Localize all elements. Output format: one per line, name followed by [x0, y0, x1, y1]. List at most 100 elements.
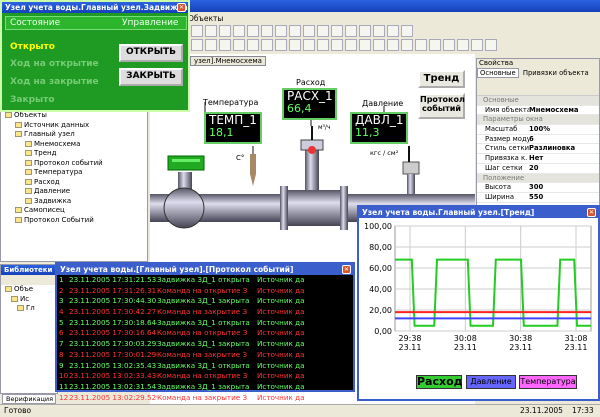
tree-item[interactable]: Тренд: [1, 149, 147, 159]
event-msg: Команда на закрытие З: [157, 392, 248, 402]
legend-pressure: Давление: [466, 375, 516, 389]
table-row[interactable]: 7 23.11.2005 17:30:03.292Задвижка ЗД_1 за…: [59, 339, 353, 350]
toolbar-button[interactable]: [373, 25, 385, 37]
toolbar-button[interactable]: [233, 25, 245, 37]
toolbar-button[interactable]: [443, 39, 455, 51]
tab-bindings[interactable]: Привязки объекта: [521, 69, 591, 77]
table-row[interactable]: 1 23.11.2005 17:31:21.533Задвижка ЗД_1 от…: [59, 275, 353, 286]
property-row[interactable]: Стиль сеткиРазлиновка: [477, 144, 599, 155]
event-log-title: Узел учета воды.[Главный узел].[Протокол…: [57, 264, 353, 275]
control-header: Управление: [122, 18, 179, 28]
sensor-temp[interactable]: ТЕМП_1 18,1: [204, 112, 262, 144]
tree-item[interactable]: Объекты: [1, 111, 147, 121]
toolbar-button[interactable]: [317, 39, 329, 51]
toolbar-button[interactable]: [345, 25, 357, 37]
tree-item[interactable]: Мнемосхема: [1, 140, 147, 150]
toolbar-button[interactable]: [289, 25, 301, 37]
toolbar-button[interactable]: [317, 25, 329, 37]
property-row[interactable]: Высота 300: [477, 183, 599, 193]
toolbar-button[interactable]: [359, 25, 371, 37]
table-row[interactable]: 2 23.11.2005 17:31:26.313Команда на откры…: [59, 286, 353, 297]
close-button[interactable]: ЗАКРЫТЬ: [119, 68, 183, 86]
table-row[interactable]: 6 23.11.2005 17:30:16.641Команда на откры…: [59, 328, 353, 339]
toolbar-button[interactable]: [191, 25, 203, 37]
sensor-flow[interactable]: РАСХ_1 66,4: [282, 88, 337, 120]
state-open: Открыто: [10, 42, 55, 52]
tree-item[interactable]: Давление: [1, 187, 147, 197]
tab-verification[interactable]: Верификация: [2, 394, 56, 404]
toolbar-button[interactable]: [247, 25, 259, 37]
tab-mnemo[interactable]: узел].Мнемосхема: [190, 56, 266, 66]
property-row[interactable]: Размер модул6: [477, 135, 599, 145]
library-item[interactable]: Объе: [1, 285, 57, 295]
tree-item[interactable]: Главный узел: [1, 130, 147, 140]
property-row[interactable]: Привязка к. скНет: [477, 154, 599, 164]
toolbar-button[interactable]: [415, 39, 427, 51]
property-row[interactable]: Масштаб 100%: [477, 125, 599, 135]
property-row[interactable]: Имя объектаМнемосхема: [477, 106, 599, 116]
property-row[interactable]: Шаг сетки 20: [477, 164, 599, 174]
toolbar-button[interactable]: [331, 25, 343, 37]
library-item[interactable]: Гл: [1, 304, 57, 314]
toolbar-button[interactable]: [219, 39, 231, 51]
toolbar-button[interactable]: [401, 39, 413, 51]
toolbar-button[interactable]: [331, 39, 343, 51]
toolbar-button[interactable]: [191, 39, 203, 51]
label-flow: Расход: [296, 78, 326, 87]
toolbar-button[interactable]: [457, 39, 469, 51]
toolbar-button[interactable]: [261, 25, 273, 37]
toolbar-button[interactable]: [387, 39, 399, 51]
toolbar-button[interactable]: [373, 39, 385, 51]
tab-main[interactable]: Основные: [477, 68, 519, 78]
library-item[interactable]: Ис: [1, 295, 57, 305]
table-row[interactable]: 8 23.11.2005 17:30:01.290Команда на закры…: [59, 350, 353, 361]
toolbar-button[interactable]: [303, 25, 315, 37]
toolbar-button[interactable]: [359, 39, 371, 51]
toolbar-button[interactable]: [261, 39, 273, 51]
tree-item[interactable]: Самописец: [1, 206, 147, 216]
toolbar-button[interactable]: [429, 39, 441, 51]
tree-item[interactable]: Протокол событий: [1, 159, 147, 169]
toolbar-button[interactable]: [471, 39, 483, 51]
property-group[interactable]: Параметры окна: [477, 115, 599, 126]
tree-item[interactable]: Температура: [1, 168, 147, 178]
close-icon[interactable]: ✕: [587, 208, 596, 217]
property-group[interactable]: Основные: [477, 96, 599, 106]
table-row[interactable]: 3 23.11.2005 17:30:44.30Задвижка ЗД_1 зак…: [59, 296, 353, 307]
toolbar-button[interactable]: [247, 39, 259, 51]
valve-control-window: Узел учета воды.Главный узел.Задвижка[Гл…: [0, 0, 190, 112]
table-row[interactable]: 1023.11.2005 13:02:33.434Команда на откр…: [59, 371, 353, 382]
toolbar-button[interactable]: [387, 25, 399, 37]
property-row[interactable]: Ширина 550: [477, 193, 599, 203]
toolbar-button[interactable]: [303, 39, 315, 51]
toolbar-button[interactable]: [205, 39, 217, 51]
sensor-pressure[interactable]: ДАВЛ_1 11,3: [350, 112, 408, 144]
toolbar-button[interactable]: [219, 25, 231, 37]
toolbar-button[interactable]: [345, 39, 357, 51]
trend-button[interactable]: Тренд: [418, 70, 465, 88]
toolbar-button[interactable]: [275, 39, 287, 51]
table-row[interactable]: 9 23.11.2005 13:02:35.437Задвижка ЗД_1 от…: [59, 361, 353, 372]
open-button[interactable]: ОТКРЫТЬ: [119, 44, 183, 62]
property-group[interactable]: Положение: [477, 173, 599, 184]
toolbar-button[interactable]: [233, 39, 245, 51]
table-row[interactable]: 1123.11.2005 13:02:31.547Задвижка ЗД_1 з…: [59, 382, 353, 393]
table-row[interactable]: 1223.11.2005 13:02:29.529Команда на закр…: [59, 393, 353, 404]
tree-item[interactable]: Протокол Событий: [1, 216, 147, 226]
toolbar-button[interactable]: [205, 25, 217, 37]
tree-item[interactable]: Источник данных: [1, 121, 147, 131]
toolbar-button[interactable]: [485, 39, 497, 51]
tree-item[interactable]: Расход: [1, 178, 147, 188]
table-row[interactable]: 5 23.11.2005 17:30:18.644Задвижка ЗД_1 от…: [59, 318, 353, 329]
toolbar-button[interactable]: [289, 39, 301, 51]
toolbar-button[interactable]: [275, 25, 287, 37]
event-src: Источник да: [257, 371, 305, 381]
x-tick-time: 31:08: [564, 334, 587, 343]
table-row[interactable]: 4 23.11.2005 17:30:42.27Команда на закрыт…: [59, 307, 353, 318]
close-icon[interactable]: ✕: [342, 265, 351, 274]
toolbar-button[interactable]: [401, 25, 413, 37]
state-closed: Закрыто: [10, 95, 55, 105]
event-log-button[interactable]: Протокол событий: [418, 93, 465, 119]
tree-item[interactable]: Задвижка: [1, 197, 147, 207]
close-icon[interactable]: ✕: [177, 3, 186, 12]
